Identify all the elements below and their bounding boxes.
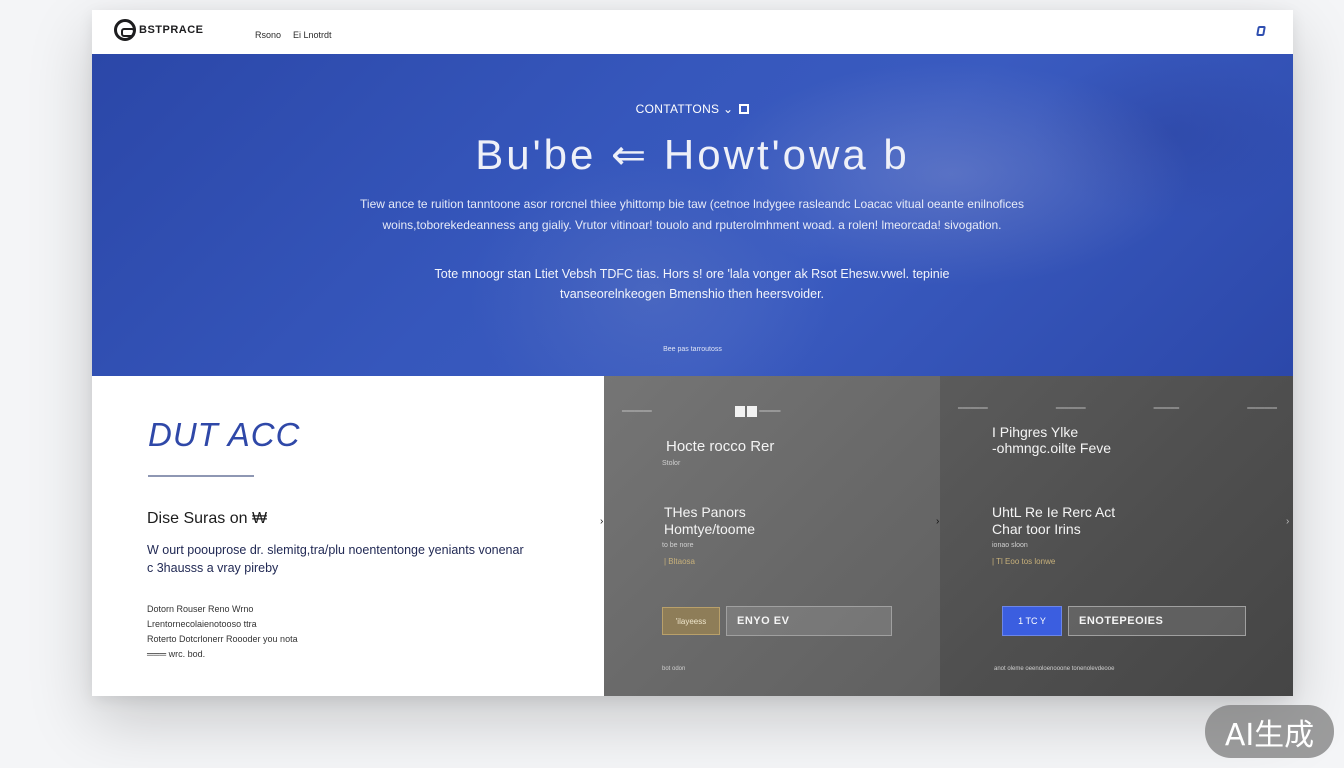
top-nav: BSTPRACE Rsono Ei Lnotrdt (92, 10, 1293, 54)
panel-top-item: ══════ (1153, 406, 1180, 412)
panel-footer: bot odon (662, 666, 686, 672)
chip-square-icon (735, 406, 746, 417)
hero-link[interactable]: Bee pas tarroutoss (92, 346, 1293, 353)
panel-top-item: ═══════ (1247, 406, 1277, 412)
hero-paragraph-1: Tiew ance te ruition tanntoone asor rorc… (360, 197, 1024, 232)
chip-label: ═════ (759, 408, 781, 415)
panel-caption-1: Stolor (662, 460, 681, 467)
blue-button[interactable]: 1 TC Y (1002, 606, 1062, 636)
panel-caption-2: to be nore (662, 542, 694, 549)
eyebrow-label: CONTATTONS ⌄ (635, 102, 734, 116)
action-field[interactable]: ENOTEPEOIES (1068, 606, 1246, 636)
about-subtitle: Dise Suras on ₩ (147, 510, 268, 527)
list-item: Roterto Dotcrlonerr Roooder you nota (147, 634, 298, 644)
list-item[interactable]: ═══ wrc. bod. (147, 647, 298, 662)
hero-title: Bu'be ⇐ Howt'owa b (475, 131, 910, 178)
panel-heading-1: Hocte rocco Rer (666, 438, 775, 455)
panel-top-bar: ═══════ ═════ (622, 406, 924, 417)
panel-heading-2: THes Panors Homtye/toome (664, 504, 756, 537)
hero-eyebrow[interactable]: CONTATTONS ⌄ (92, 102, 1293, 116)
panel-highlight: | Tl Eoo tos lonwe (992, 557, 1056, 566)
gold-button[interactable]: 'ilayeess (662, 607, 720, 635)
bookmark-icon[interactable] (1256, 26, 1266, 36)
feature-panel-right: ═══════ ═══════ ══════ ═══════ I Pihgres… (936, 376, 1293, 696)
panel-footer: anot oleme oeenoloenooone tonenolevdeooe (994, 666, 1115, 672)
nav-link-1[interactable]: Rsono (255, 30, 281, 40)
chevron-left-icon[interactable]: › (936, 516, 939, 527)
list-item: Lrentornecolaienotooso ttra (147, 619, 257, 629)
about-title: DUT ACC (148, 416, 301, 453)
hero-paragraph-2: Tote mnoogr stan Ltiet Vebsh TDFC tias. … (434, 267, 950, 301)
about-list: Dotorn Rouser Reno Wrno Lrentornecolaien… (147, 602, 298, 662)
chevron-right-icon[interactable]: › (1286, 516, 1289, 527)
logo-mark-icon (114, 19, 136, 41)
list-item: Dotorn Rouser Reno Wrno (147, 604, 254, 614)
about-description: W ourt poouprose dr. slemitg,tra/plu noe… (147, 543, 524, 575)
page-card: BSTPRACE Rsono Ei Lnotrdt CONTATTONS ⌄ B… (92, 10, 1293, 696)
hero-banner: CONTATTONS ⌄ Bu'be ⇐ Howt'owa b Tiew anc… (92, 54, 1293, 376)
panel-top-item: ═══════ (958, 406, 988, 412)
about-panel: DUT ACC Dise Suras on ₩ W ourt poouprose… (92, 376, 604, 696)
panel-highlight: | Bltaosa (664, 557, 695, 566)
chevron-left-icon[interactable]: › (600, 516, 603, 527)
title-divider (148, 475, 254, 477)
chip-square-icon (747, 406, 758, 417)
panel-top-item: ═══════ (1055, 406, 1086, 412)
panel-actions: 'ilayeess ENYO EV (662, 606, 892, 636)
nav-links: Rsono Ei Lnotrdt (255, 30, 332, 40)
feature-panel-middle: ═══════ ═════ Hocte rocco Rer Stolor THe… (600, 376, 940, 696)
panel-top-chip[interactable]: ═════ (735, 406, 781, 417)
panel-caption-2: ionao sloon (992, 542, 1028, 549)
logo-text: BSTPRACE (139, 24, 204, 36)
ai-generated-badge: AI生成 (1205, 705, 1334, 758)
panel-top-label: ═══════ (622, 408, 652, 415)
logo[interactable]: BSTPRACE (114, 19, 204, 41)
panel-heading-2: UhtL Re Ie Rerc Act Char toor Irins (992, 504, 1116, 537)
square-icon (739, 104, 750, 114)
panel-top-bar: ═══════ ═══════ ══════ ═══════ (958, 406, 1277, 412)
nav-link-2[interactable]: Ei Lnotrdt (293, 30, 332, 40)
panel-heading-1: I Pihgres Ylke -ohmngc.oilte Feve (992, 424, 1112, 456)
panel-actions: 1 TC Y ENOTEPEOIES (1002, 606, 1246, 636)
action-field[interactable]: ENYO EV (726, 606, 892, 636)
